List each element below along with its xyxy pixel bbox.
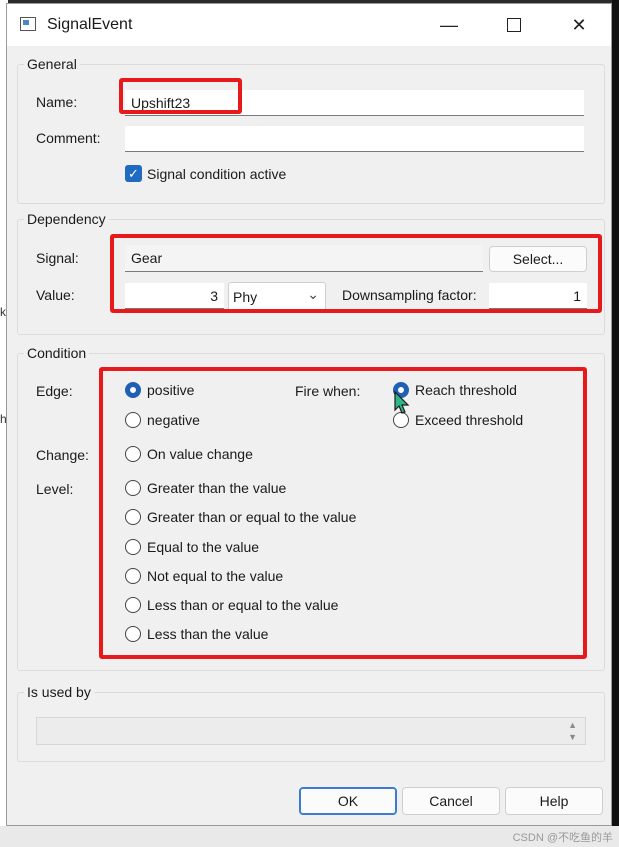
- used-by-legend: Is used by: [27, 684, 91, 700]
- radio-selected-icon: [125, 382, 141, 398]
- change-on-value-label: On value change: [147, 446, 253, 462]
- level-option-label: Less than the value: [147, 626, 269, 642]
- edge-label: Edge:: [36, 383, 73, 399]
- level-greater-equal-radio[interactable]: Greater than or equal to the value: [125, 509, 356, 525]
- radio-icon: [125, 480, 141, 496]
- name-input[interactable]: [125, 90, 584, 116]
- signal-label: Signal:: [36, 250, 79, 266]
- fire-reach-threshold-radio[interactable]: Reach threshold: [393, 382, 517, 398]
- scroll-down-icon[interactable]: ▼: [568, 732, 577, 742]
- dependency-legend: Dependency: [27, 211, 106, 227]
- select-signal-button[interactable]: Select...: [489, 246, 587, 272]
- edge-negative-radio[interactable]: negative: [125, 412, 200, 428]
- name-label: Name:: [36, 94, 78, 110]
- radio-icon: [125, 412, 141, 428]
- level-option-label: Not equal to the value: [147, 568, 284, 584]
- window-title: SignalEvent: [47, 16, 133, 33]
- chevron-down-icon: ⌄: [307, 286, 319, 302]
- radio-icon: [125, 597, 141, 613]
- minimize-icon: —: [440, 14, 458, 35]
- cancel-button[interactable]: Cancel: [402, 787, 500, 815]
- radio-icon: [125, 446, 141, 462]
- fire-exceed-threshold-radio[interactable]: Exceed threshold: [393, 412, 523, 428]
- level-label: Level:: [36, 481, 74, 497]
- app-window-icon: [20, 17, 36, 31]
- radio-icon: [125, 539, 141, 555]
- title-bar[interactable]: SignalEvent — ✕: [7, 4, 611, 46]
- level-option-label: Less than or equal to the value: [147, 597, 339, 613]
- value-label: Value:: [36, 287, 75, 303]
- checkmark-icon: ✓: [128, 165, 139, 181]
- general-legend: General: [27, 56, 77, 72]
- edge-negative-label: negative: [147, 412, 200, 428]
- level-option-label: Equal to the value: [147, 539, 260, 555]
- watermark: CSDN @不吃鱼的羊: [512, 832, 613, 844]
- change-on-value-radio[interactable]: On value change: [125, 446, 253, 462]
- unit-select[interactable]: Phy ⌄: [228, 282, 326, 310]
- mouse-cursor-icon: [394, 390, 410, 414]
- level-greater-radio[interactable]: Greater than the value: [125, 480, 286, 496]
- signal-active-label: Signal condition active: [147, 166, 287, 182]
- close-button[interactable]: ✕: [559, 12, 599, 38]
- help-button[interactable]: Help: [505, 787, 603, 815]
- value-input[interactable]: [125, 283, 224, 309]
- used-by-list[interactable]: ▲ ▼: [36, 717, 586, 745]
- unit-select-value: Phy: [233, 289, 258, 305]
- edge-positive-label: positive: [147, 382, 195, 398]
- fire-when-label: Fire when:: [295, 383, 361, 399]
- minimize-button[interactable]: —: [429, 12, 469, 38]
- dependency-group: Dependency: [17, 211, 605, 335]
- comment-input[interactable]: [125, 126, 584, 152]
- fire-exceed-threshold-label: Exceed threshold: [415, 412, 524, 428]
- scroll-up-icon[interactable]: ▲: [568, 720, 577, 730]
- maximize-icon: [507, 18, 521, 32]
- condition-legend: Condition: [27, 345, 87, 361]
- radio-icon: [125, 626, 141, 642]
- level-equal-radio[interactable]: Equal to the value: [125, 539, 259, 555]
- radio-icon: [125, 509, 141, 525]
- signal-input[interactable]: [125, 245, 483, 272]
- level-less-equal-radio[interactable]: Less than or equal to the value: [125, 597, 338, 613]
- fire-reach-threshold-label: Reach threshold: [415, 382, 517, 398]
- level-not-equal-radio[interactable]: Not equal to the value: [125, 568, 283, 584]
- change-label: Change:: [36, 447, 89, 463]
- downsampling-label: Downsampling factor:: [342, 287, 477, 303]
- radio-icon: [125, 568, 141, 584]
- level-option-label: Greater than or equal to the value: [147, 509, 357, 525]
- comment-label: Comment:: [36, 130, 101, 146]
- ok-button[interactable]: OK: [299, 787, 397, 815]
- downsampling-input[interactable]: [489, 283, 587, 309]
- background-window-edge: [612, 0, 619, 847]
- level-less-radio[interactable]: Less than the value: [125, 626, 268, 642]
- signal-active-checkbox[interactable]: ✓: [125, 165, 142, 182]
- level-option-label: Greater than the value: [147, 480, 287, 496]
- edge-positive-radio[interactable]: positive: [125, 382, 194, 398]
- maximize-button[interactable]: [494, 12, 534, 38]
- signal-event-dialog: SignalEvent — ✕ General Name: Comment: ✓…: [6, 3, 612, 826]
- close-icon: ✕: [571, 14, 587, 35]
